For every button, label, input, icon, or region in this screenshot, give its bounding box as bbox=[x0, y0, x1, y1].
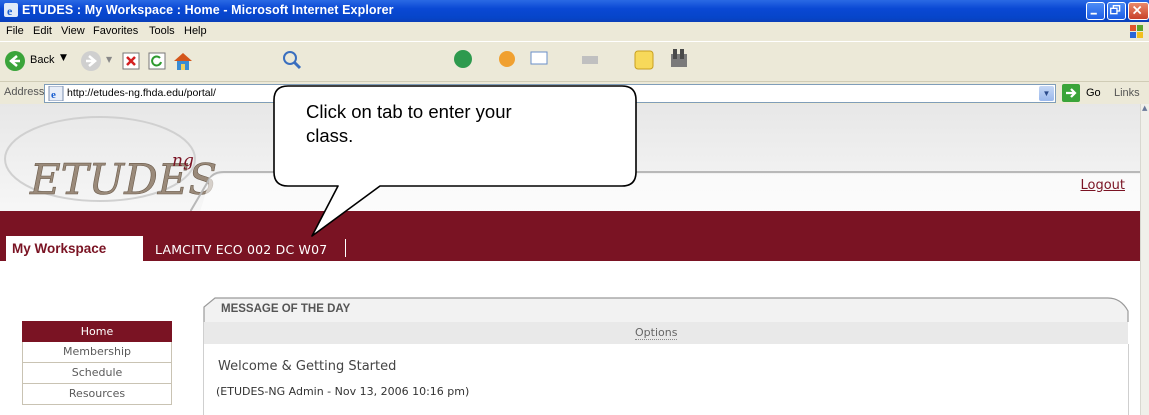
media-icon[interactable] bbox=[452, 48, 474, 70]
logout-link[interactable]: Logout bbox=[1080, 178, 1125, 193]
forward-dropdown-icon[interactable]: ▼ bbox=[106, 55, 112, 64]
nav-item-resources[interactable]: Resources bbox=[22, 384, 172, 405]
mail-icon[interactable] bbox=[528, 46, 550, 70]
windows-logo-icon bbox=[1130, 25, 1143, 38]
toolbar: Back ▼ ▼ bbox=[0, 41, 1149, 82]
print-icon[interactable] bbox=[580, 50, 600, 68]
links-button[interactable]: Links bbox=[1114, 87, 1140, 99]
back-dropdown-icon[interactable]: ▼ bbox=[60, 53, 67, 63]
menu-bar: File Edit View Favorites Tools Help bbox=[0, 22, 1149, 41]
window-title: ETUDES : My Workspace : Home - Microsoft… bbox=[22, 3, 394, 17]
edit-icon[interactable] bbox=[634, 48, 656, 72]
menu-view[interactable]: View bbox=[61, 25, 85, 37]
nav-item-schedule[interactable]: Schedule bbox=[22, 363, 172, 384]
callout-line-2: class. bbox=[306, 125, 354, 146]
callout-text: Click on tab to enter your class. bbox=[306, 100, 512, 148]
refresh-icon[interactable] bbox=[148, 52, 166, 70]
menu-file[interactable]: File bbox=[6, 25, 24, 37]
menu-favorites[interactable]: Favorites bbox=[93, 25, 138, 37]
address-dropdown-icon[interactable]: ▼ bbox=[1039, 86, 1054, 101]
close-button[interactable] bbox=[1128, 2, 1149, 20]
back-label: Back bbox=[30, 54, 55, 66]
go-button[interactable]: Go bbox=[1086, 87, 1101, 99]
menu-edit[interactable]: Edit bbox=[33, 25, 52, 37]
address-label: Address bbox=[4, 86, 45, 98]
address-url: http://etudes-ng.fhda.edu/portal/ bbox=[67, 87, 216, 99]
home-icon[interactable] bbox=[172, 50, 194, 72]
motd-panel: MESSAGE OF THE DAY Options Welcome & Get… bbox=[203, 297, 1129, 415]
restore-button[interactable] bbox=[1107, 2, 1126, 20]
stop-icon[interactable] bbox=[122, 52, 140, 70]
nav-item-home[interactable]: Home bbox=[22, 321, 172, 342]
research-icon[interactable] bbox=[668, 46, 690, 70]
go-arrow-icon[interactable] bbox=[1062, 84, 1080, 102]
ie-icon: e bbox=[4, 3, 18, 17]
back-arrow-icon bbox=[5, 51, 25, 71]
motd-options-bar: Options bbox=[203, 322, 1128, 344]
message-byline: (ETUDES-NG Admin - Nov 13, 2006 10:16 pm… bbox=[216, 385, 470, 398]
forward-arrow-icon[interactable] bbox=[80, 50, 102, 72]
minimize-button[interactable] bbox=[1086, 2, 1105, 20]
search-icon[interactable] bbox=[282, 50, 302, 70]
back-button[interactable]: Back ▼ bbox=[4, 48, 74, 76]
callout-line-1: Click on tab to enter your bbox=[306, 101, 512, 122]
menu-help[interactable]: Help bbox=[184, 25, 207, 37]
tab-my-workspace[interactable]: My Workspace bbox=[6, 236, 143, 262]
message-title: Welcome & Getting Started bbox=[218, 359, 397, 374]
nav-item-membership[interactable]: Membership bbox=[22, 342, 172, 363]
window-title-bar[interactable]: e ETUDES : My Workspace : Home - Microso… bbox=[0, 0, 1149, 22]
motd-title: MESSAGE OF THE DAY bbox=[221, 303, 351, 315]
tab-lamcitv-eco-002[interactable]: LAMCITV ECO 002 DC W07 bbox=[155, 240, 327, 260]
callout-bubble: Click on tab to enter your class. bbox=[270, 82, 650, 242]
page-icon: e bbox=[48, 86, 64, 101]
menu-tools[interactable]: Tools bbox=[149, 25, 175, 37]
options-link[interactable]: Options bbox=[635, 326, 678, 340]
motd-body: Welcome & Getting Started (ETUDES-NG Adm… bbox=[203, 344, 1129, 415]
scroll-up-icon[interactable]: ▲ bbox=[1142, 104, 1147, 112]
vertical-scrollbar[interactable]: ▲ bbox=[1140, 104, 1149, 415]
svg-text:e: e bbox=[51, 89, 56, 101]
history-icon[interactable] bbox=[497, 48, 517, 70]
svg-text:e: e bbox=[7, 4, 13, 17]
